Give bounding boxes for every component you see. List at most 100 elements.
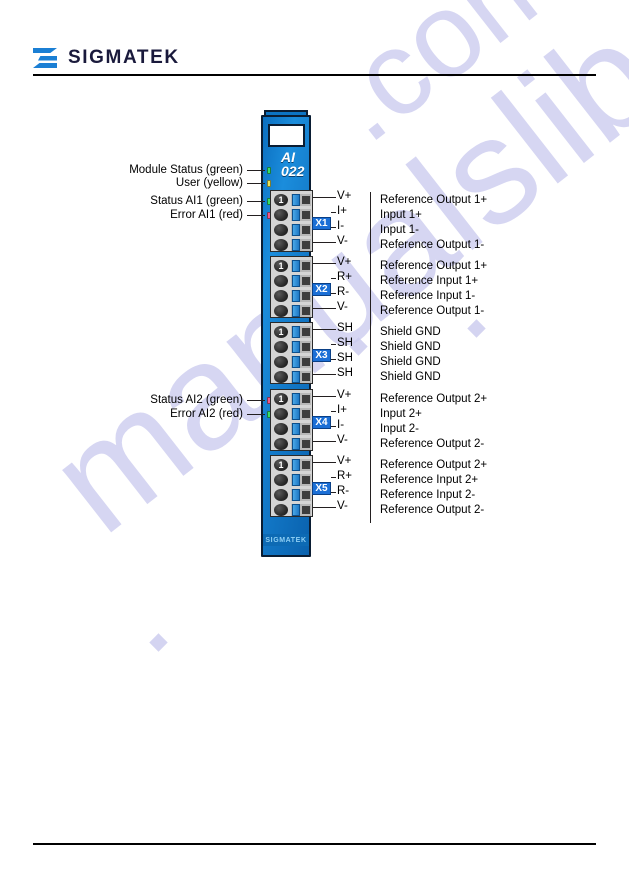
- terminal-screw-x1-2[interactable]: [274, 209, 288, 221]
- terminal-block-x5[interactable]: [270, 455, 313, 517]
- terminal-clamp-x4-4[interactable]: [291, 438, 311, 450]
- module-brand-plate: SIGMATEK: [263, 534, 309, 546]
- leader-line-x3-pin1: [313, 329, 336, 330]
- module-terminal-diagram: AI 022 SIGMATEK Module Status (green) Us…: [0, 0, 629, 893]
- module-type-label: AI 022: [281, 150, 311, 178]
- terminal-screw-x2-3[interactable]: [274, 290, 288, 302]
- terminal-screw-x1-1[interactable]: [274, 194, 288, 206]
- terminal-clamp-x4-3[interactable]: [291, 423, 311, 435]
- leader-line-x1-pin4: [313, 242, 336, 243]
- leader-line-x4-pin4: [313, 441, 336, 442]
- terminal-screw-x3-1[interactable]: [274, 326, 288, 338]
- pin-name-x1-4: V-: [337, 235, 348, 247]
- terminal-clamp-x4-1[interactable]: [291, 393, 311, 405]
- pin-description-x4-3: Input 2-: [380, 423, 419, 435]
- terminal-block-x2[interactable]: [270, 256, 313, 318]
- pin-description-x5-1: Reference Output 2+: [380, 459, 488, 471]
- pin-description-x1-3: Input 1-: [380, 224, 419, 236]
- terminal-clamp-x5-1[interactable]: [291, 459, 311, 471]
- pin-description-x4-1: Reference Output 2+: [380, 393, 488, 405]
- pin-description-x2-4: Reference Output 1-: [380, 305, 485, 317]
- terminal-screw-x4-2[interactable]: [274, 408, 288, 420]
- terminal-block-x1[interactable]: [270, 190, 313, 252]
- terminal-clamp-x1-1[interactable]: [291, 194, 311, 206]
- leader-line-x3-pin3: [331, 359, 336, 360]
- pin-name-x2-1: V+: [337, 256, 352, 268]
- terminal-clamp-x5-3[interactable]: [291, 489, 311, 501]
- pin-description-x3-4: Shield GND: [380, 371, 441, 383]
- terminal-screw-x5-1[interactable]: [274, 459, 288, 471]
- terminal-screw-x2-4[interactable]: [274, 305, 288, 317]
- leader-line-x1-pin3: [331, 227, 336, 228]
- terminal-screw-x3-2[interactable]: [274, 341, 288, 353]
- sigmatek-logo-icon: [33, 48, 57, 68]
- terminal-clamp-x3-1[interactable]: [291, 326, 311, 338]
- terminal-screw-x3-3[interactable]: [274, 356, 288, 368]
- terminal-clamp-x2-4[interactable]: [291, 305, 311, 317]
- description-column-divider: [370, 192, 371, 523]
- terminal-screw-x5-4[interactable]: [274, 504, 288, 516]
- leader-line-x3-pin4: [313, 374, 336, 375]
- pin-description-x5-4: Reference Output 2-: [380, 504, 485, 516]
- terminal-screw-x1-4[interactable]: [274, 239, 288, 251]
- label-status-ai1: Status AI1 (green): [150, 195, 243, 207]
- terminal-clamp-x3-4[interactable]: [291, 371, 311, 383]
- terminal-screw-x4-1[interactable]: [274, 393, 288, 405]
- label-module-status: Module Status (green): [129, 164, 243, 176]
- label-status-ai2: Status AI2 (green): [150, 394, 243, 406]
- leader-line-x4-pin3: [331, 426, 336, 427]
- connector-badge-x5: X5: [312, 482, 331, 495]
- terminal-block-x4[interactable]: [270, 389, 313, 451]
- terminal-screw-x4-4[interactable]: [274, 438, 288, 450]
- terminal-block-x3[interactable]: [270, 322, 313, 384]
- terminal-clamp-x4-2[interactable]: [291, 408, 311, 420]
- pin-name-x2-2: R+: [337, 271, 353, 283]
- leader-line-module-status: [247, 170, 265, 171]
- terminal-clamp-x2-2[interactable]: [291, 275, 311, 287]
- pin-description-x4-2: Input 2+: [380, 408, 422, 420]
- terminal-clamp-x1-3[interactable]: [291, 224, 311, 236]
- terminal-screw-x5-3[interactable]: [274, 489, 288, 501]
- terminal-clamp-x2-1[interactable]: [291, 260, 311, 272]
- pin-name-x3-3: SH: [337, 352, 353, 364]
- terminal-clamp-x5-2[interactable]: [291, 474, 311, 486]
- pin-name-x4-3: I-: [337, 419, 345, 431]
- led-user: [267, 180, 271, 187]
- terminal-clamp-x1-2[interactable]: [291, 209, 311, 221]
- pin-name-x2-3: R-: [337, 286, 350, 298]
- pin-description-x3-2: Shield GND: [380, 341, 441, 353]
- pin-name-x1-2: I+: [337, 205, 347, 217]
- pin-name-x5-1: V+: [337, 455, 352, 467]
- leader-line-x2-pin4: [313, 308, 336, 309]
- terminal-screw-x1-3[interactable]: [274, 224, 288, 236]
- pin-name-x4-4: V-: [337, 434, 348, 446]
- terminal-screw-x5-2[interactable]: [274, 474, 288, 486]
- pin-description-x2-1: Reference Output 1+: [380, 260, 488, 272]
- leader-line-x1-pin1: [313, 197, 336, 198]
- leader-line-x1-pin2: [331, 212, 336, 213]
- pin-name-x1-3: I-: [337, 220, 345, 232]
- leader-line-x5-pin3: [331, 492, 336, 493]
- connector-badge-x2: X2: [312, 283, 331, 296]
- pin-name-x5-3: R-: [337, 485, 350, 497]
- leader-line-x4-pin2: [331, 411, 336, 412]
- leader-line-user: [247, 183, 265, 184]
- terminal-screw-x2-2[interactable]: [274, 275, 288, 287]
- leader-line-x4-pin1: [313, 396, 336, 397]
- terminal-clamp-x2-3[interactable]: [291, 290, 311, 302]
- leader-line-status-ai1: [247, 201, 265, 202]
- terminal-clamp-x3-2[interactable]: [291, 341, 311, 353]
- pin-description-x3-3: Shield GND: [380, 356, 441, 368]
- pin-name-x4-1: V+: [337, 389, 352, 401]
- pin-description-x2-2: Reference Input 1+: [380, 275, 479, 287]
- header-divider: [33, 74, 596, 76]
- terminal-clamp-x5-4[interactable]: [291, 504, 311, 516]
- terminal-screw-x4-3[interactable]: [274, 423, 288, 435]
- terminal-clamp-x3-3[interactable]: [291, 356, 311, 368]
- terminal-screw-x2-1[interactable]: [274, 260, 288, 272]
- connector-badge-x1: X1: [312, 217, 331, 230]
- brand-name: SIGMATEK: [68, 47, 180, 68]
- module-type-line2: 022: [281, 163, 305, 179]
- terminal-screw-x3-4[interactable]: [274, 371, 288, 383]
- terminal-clamp-x1-4[interactable]: [291, 239, 311, 251]
